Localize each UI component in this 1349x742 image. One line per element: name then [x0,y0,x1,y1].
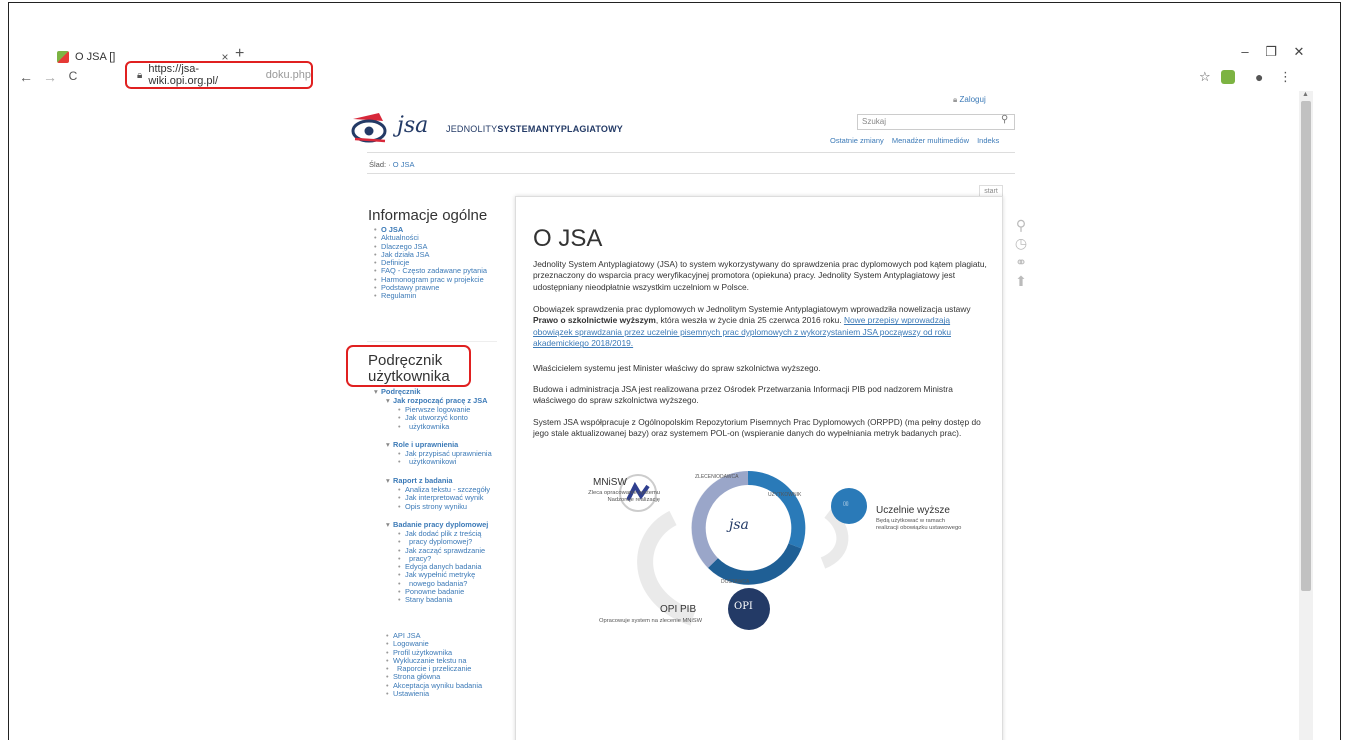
breadcrumb: Ślad: · O JSA [369,160,415,169]
opi-desc: Opracowuje system na zlecenie MNiSW [599,618,703,624]
arrow-left-shape [637,510,696,626]
university-desc: Będą użytkować w ramach realizacji obowią… [876,518,962,531]
client-label: ZLECENIODAWCA [695,474,739,480]
mnisw-label: MNiSW [593,477,627,488]
university-icon: ▯▯ [843,501,849,507]
opi-label: OPI PIB [660,604,697,615]
extension-icon [1221,70,1235,84]
manual-tree-g1: Pierwsze logowanie Jak utworzyć konto uż… [397,405,470,431]
forward-button[interactable]: → [41,69,59,85]
paragraph-owner: Właścicielem systemu jest Minister właśc… [533,363,821,373]
login-link[interactable]: 🔒︎ Zaloguj [953,95,986,105]
url-path: doku.php [265,69,311,81]
tree-item[interactable]: Opis strony wyniku [397,502,490,511]
scroll-up-icon[interactable]: ▲ [1302,91,1309,98]
tree-item[interactable]: Stany badania [397,596,485,605]
divider [367,173,1015,174]
top-links: Ostatnie zmiany Menadżer multimediów Ind… [824,136,999,145]
media-manager-link[interactable]: Menadżer multimediów [892,136,969,145]
browser-window: O JSA [] × + – ❐ ✕ ← → C 🔒︎ https://jsa-… [8,2,1341,740]
back-button[interactable]: ← [17,69,35,85]
divider [367,341,497,342]
supplier-label: DOSTAWCA [721,579,750,585]
breadcrumb-link[interactable]: O JSA [393,160,415,169]
page-title: O JSA [533,225,603,252]
paragraph-integration: System JSA współpracuje z Ogólnopolskim … [533,417,981,439]
manual-tree-rest: API JSA Logowanie Profil użytkownika Wyk… [385,631,482,698]
opi-logo-text: OPI [734,601,753,612]
divider [367,152,1015,153]
jsa-logo-icon [351,113,387,143]
minimize-button[interactable]: – [1234,44,1256,59]
site-tagline: JEDNOLITYSYSTEMANTYPLAGIATOWY [446,124,623,134]
history-icon[interactable]: ◷ [1013,235,1029,252]
tree-item-wrap[interactable]: użytkownika [397,422,470,431]
page-scrollbar[interactable]: ▲ [1299,91,1313,740]
sidebar-item[interactable]: Regulamin [373,292,487,301]
link-icon[interactable]: ⚭ [1013,254,1029,271]
lock-icon: 🔒︎ [137,69,143,81]
highlight-box [346,345,471,387]
scrollbar-thumb[interactable] [1301,101,1311,591]
back-to-top-icon[interactable]: ⬆ [1013,273,1029,290]
manual-tree-g4: Jak dodać plik z treścią pracy dyplomowe… [397,529,485,605]
sidebar-heading-general: Informacje ogólne [368,207,488,224]
search-input[interactable]: Szukaj [857,114,1015,130]
manual-tree-g3: Analiza tekstu - szczegóły Jak interpret… [397,485,490,511]
browser-menu-icon[interactable]: ⋮ [1279,69,1292,85]
tree-item-wrap[interactable]: użytkownikowi [397,457,492,466]
recent-changes-link[interactable]: Ostatnie zmiany [830,136,884,145]
manual-tree-g2: Jak przypisać uprawnienia użytkownikowi [397,449,492,467]
paragraph-law: Obowiązek sprawdzenia prac dyplomowych w… [533,304,971,349]
reload-button[interactable]: C [64,69,82,83]
sidebar-general-list: O JSA Aktualności Dlaczego JSA Jak dział… [373,225,487,301]
address-bar[interactable]: 🔒︎ https://jsa-wiki.opi.org.pl/doku.php [125,61,313,89]
search-icon[interactable]: ⚲ [1001,114,1008,125]
user-label: UŻYTKOWNIK [768,492,802,498]
paragraph-admin: Budowa i administracja JSA jest realizow… [533,384,953,406]
profile-icon[interactable]: ● [1255,69,1263,85]
url-host: https://jsa-wiki.opi.org.pl/ [148,63,219,87]
tree-item[interactable]: Ustawienia [385,689,482,698]
favicon-icon [57,51,69,63]
mnisw-desc: Zleca opracowanie systemu Nadzoruje reali… [588,490,660,503]
extension-button[interactable] [1221,70,1235,87]
paragraph-intro: Jednolity System Antyplagiatowy (JSA) to… [533,259,987,292]
center-logo-text: jsa [729,517,749,533]
university-node-icon [831,488,867,524]
close-window-button[interactable]: ✕ [1288,44,1310,60]
logo-text[interactable]: jsa [397,113,428,138]
restore-button[interactable]: ❐ [1260,44,1282,60]
university-label: Uczelnie wyższe [876,505,950,516]
index-link[interactable]: Indeks [977,136,999,145]
search-tool-icon[interactable]: ⚲ [1013,217,1029,234]
bookmark-star-icon[interactable]: ☆ [1199,69,1211,85]
